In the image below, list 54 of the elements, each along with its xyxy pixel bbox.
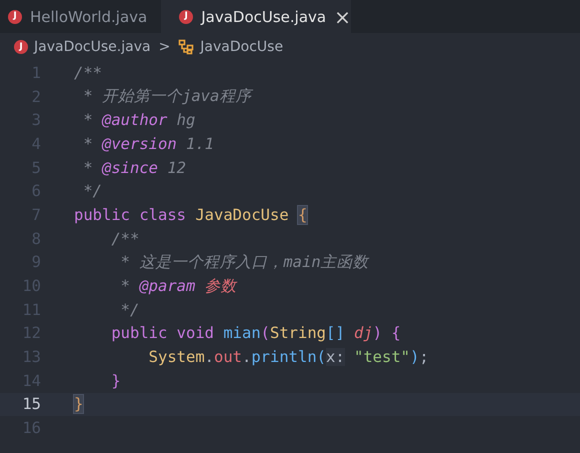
code-comment: 12: [166, 158, 186, 177]
line-number: 15: [21, 395, 41, 414]
parameter-name: dj: [353, 324, 373, 342]
code-comment: */: [82, 182, 102, 200]
bracket: (: [260, 324, 270, 342]
bracket: ): [372, 324, 382, 342]
doc-tag: @param: [139, 276, 196, 295]
code-comment: hg: [176, 111, 196, 130]
matched-bracket: }: [74, 395, 84, 414]
bracket: ): [410, 348, 420, 366]
code-comment: *: [82, 134, 94, 153]
type-name: JavaDocUse: [194, 206, 290, 224]
bracket: {: [390, 324, 401, 342]
code-comment: * 开始第一个java程序: [82, 87, 252, 106]
string-literal: "test": [353, 348, 410, 366]
java-file-icon: J: [14, 40, 28, 54]
doc-tag: @since: [102, 158, 158, 177]
type-name: System: [148, 348, 205, 366]
code-text: .: [242, 348, 252, 366]
code-text: .: [204, 348, 214, 366]
function-name: mian: [222, 324, 261, 342]
parameter-hint: x:: [326, 348, 345, 366]
breadcrumb-item[interactable]: JavaDocUse.java: [34, 39, 151, 55]
editor-tab[interactable]: J JavaDocUse.java ×: [161, 0, 352, 33]
parameter-name: 参数: [204, 276, 237, 295]
code-comment: *: [82, 111, 94, 130]
class-symbol-icon: [178, 39, 194, 55]
bracket: (: [316, 348, 326, 366]
doc-tag: @version: [102, 134, 177, 153]
breadcrumb-item[interactable]: JavaDocUse: [200, 39, 284, 55]
code-comment: /**: [110, 230, 140, 248]
code-text: ;: [419, 348, 429, 366]
code-comment: *: [82, 158, 94, 177]
code-keyword: void: [176, 324, 214, 342]
code-comment: /**: [74, 64, 102, 82]
breadcrumb-separator: >: [158, 39, 170, 55]
type-name: String: [270, 324, 326, 342]
code-comment: * 这是一个程序入口，main主函数: [120, 252, 369, 271]
close-icon[interactable]: ×: [334, 4, 351, 28]
code-keyword: public: [110, 324, 168, 342]
field-name: out: [214, 348, 242, 366]
code-comment: 1.1: [184, 134, 214, 153]
code-keyword: public: [74, 206, 130, 224]
function-name: println: [251, 348, 317, 366]
editor-tab[interactable]: J HelloWorld.java: [0, 0, 162, 33]
bracket: }: [110, 372, 121, 390]
code-comment: *: [120, 276, 131, 295]
bracket: []: [326, 324, 345, 342]
matched-bracket: {: [298, 206, 308, 224]
code-keyword: class: [138, 206, 186, 224]
doc-tag: @author: [102, 111, 168, 130]
java-file-icon: J: [179, 10, 194, 24]
java-file-icon: J: [8, 10, 22, 24]
code-comment: */: [120, 300, 140, 319]
